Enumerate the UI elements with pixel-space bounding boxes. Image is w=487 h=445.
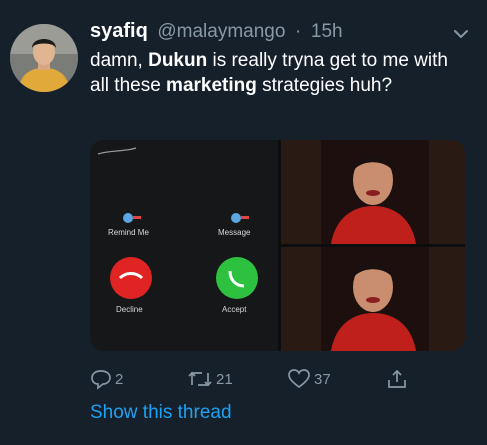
- retweet-count: 21: [216, 370, 233, 388]
- reply-count: 2: [115, 370, 124, 388]
- tweet-text-bold-dukun: Dukun: [148, 50, 208, 71]
- tweet[interactable]: syafiq @malaymango · 15h damn, Dukun is …: [0, 0, 487, 445]
- share-button[interactable]: [386, 366, 411, 392]
- share-icon: [388, 369, 406, 388]
- handle[interactable]: @malaymango: [157, 21, 285, 42]
- media-grid[interactable]: Remind Me Message Decline Accept: [90, 140, 465, 351]
- media-call-screen[interactable]: Remind Me Message Decline Accept: [90, 140, 278, 351]
- decline-label: Decline: [116, 305, 143, 314]
- reply-icon: [91, 370, 111, 390]
- avatar[interactable]: [10, 24, 78, 92]
- like-button[interactable]: 37: [287, 366, 331, 392]
- tweet-text: damn, Dukun is really tryna get to me wi…: [90, 48, 470, 98]
- media-photo-2[interactable]: [281, 247, 465, 351]
- time-separator: ·: [295, 21, 302, 42]
- call-screen-graphic: [90, 140, 278, 351]
- retweet-icon: [188, 371, 212, 387]
- photo-woman-top: [281, 140, 465, 244]
- show-thread-link[interactable]: Show this thread: [90, 402, 232, 424]
- tweet-text-bold-marketing: marketing: [166, 75, 257, 96]
- avatar-image: [10, 24, 78, 92]
- photo-woman-bottom: [281, 247, 465, 351]
- media-photo-1[interactable]: [281, 140, 465, 244]
- tweet-header: syafiq @malaymango · 15h: [90, 20, 343, 46]
- reply-button[interactable]: 2: [90, 366, 123, 392]
- tweet-text-part: strategies huh?: [256, 75, 393, 96]
- display-name[interactable]: syafiq: [90, 20, 148, 42]
- tweet-actions: 2 21 37: [90, 366, 470, 392]
- tweet-text-part: damn,: [90, 50, 149, 71]
- tweet-time[interactable]: 15h: [311, 21, 343, 42]
- decline-button-graphic: [110, 257, 152, 299]
- retweet-button[interactable]: 21: [187, 366, 233, 392]
- accept-button-graphic: [216, 257, 258, 299]
- like-count: 37: [314, 370, 331, 388]
- remind-me-label: Remind Me: [108, 228, 149, 237]
- like-icon: [288, 369, 310, 389]
- more-chevron-icon[interactable]: [452, 27, 470, 41]
- accept-label: Accept: [222, 305, 247, 314]
- message-label: Message: [218, 228, 251, 237]
